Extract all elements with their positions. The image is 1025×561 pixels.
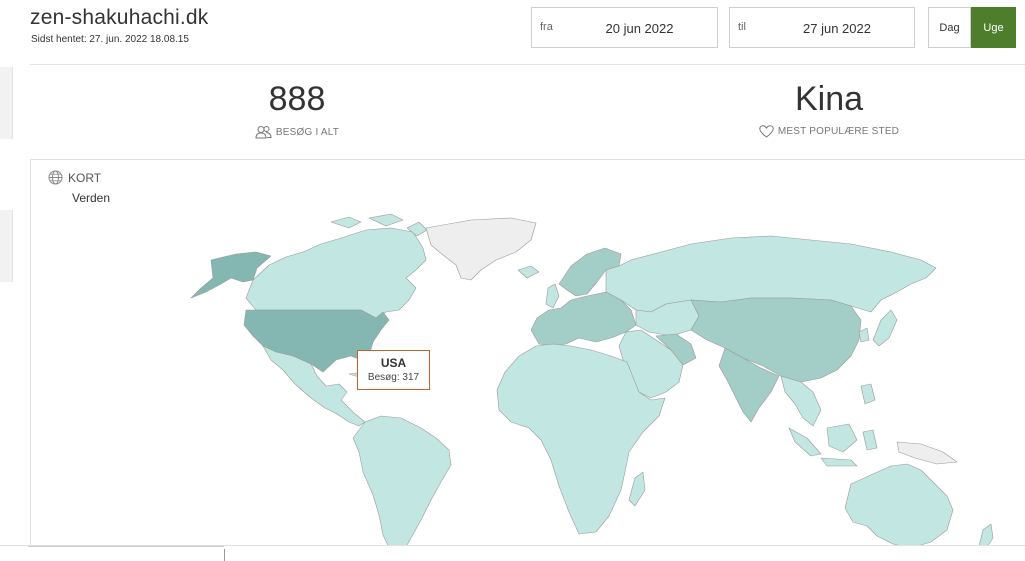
island-arctic-2 [368,213,404,227]
tooltip-country: USA [380,356,407,370]
total-visits-caption: BESØG I ALT [147,125,447,139]
island-java [820,457,858,467]
site-title: zen-shakuhachi.dk [30,6,209,29]
region-southeast-asia[interactable] [780,375,822,427]
country-canada[interactable] [245,227,427,319]
world-map [190,213,994,549]
country-china[interactable] [690,297,862,383]
popular-place-caption: MEST POPULÆRE STED [679,125,979,138]
last-fetched-timestamp: Sidst hentet: 27. jun. 2022 18.08.15 [31,34,189,45]
bottom-marker [224,549,225,561]
island-sumatra [788,427,822,457]
to-date-value: 27 jun 2022 [803,21,871,36]
map-card: KORT Verden USA Besøg: 317 [30,159,1025,549]
bottom-bar [0,545,1025,561]
country-iceland[interactable] [517,265,540,279]
left-panel-edge [0,67,13,139]
island-new-guinea[interactable] [896,441,958,465]
island-sulawesi [862,429,878,451]
left-panel-edge [0,210,13,282]
from-date-picker[interactable]: fra 20 jun 2022 [531,7,718,48]
heart-icon [759,125,774,138]
popular-place-label: MEST POPULÆRE STED [777,126,900,137]
island-madagascar [628,471,646,507]
island-philippines [860,383,876,405]
island-borneo [826,423,858,453]
tooltip-visits: Besøg: 317 [367,372,420,383]
continent-south-america[interactable] [352,415,452,549]
country-korea[interactable] [858,327,870,343]
map-tooltip: USA Besøg: 317 [357,350,430,390]
from-date-value: 20 jun 2022 [605,21,674,36]
total-visits-value: 888 [268,80,326,118]
users-icon [255,126,272,139]
period-week-button[interactable]: Uge [971,7,1016,48]
period-day-button[interactable]: Dag [928,7,971,48]
bottom-divider [28,546,224,547]
country-uk[interactable] [545,283,560,309]
continent-australia[interactable] [844,463,954,548]
island-arctic-1 [330,216,362,229]
header-divider [30,64,1025,65]
popular-place-value: Kina [794,80,864,118]
total-visits-label: BESØG I ALT [275,126,340,138]
to-date-picker[interactable]: til 27 jun 2022 [729,7,915,48]
country-japan[interactable] [872,309,898,347]
